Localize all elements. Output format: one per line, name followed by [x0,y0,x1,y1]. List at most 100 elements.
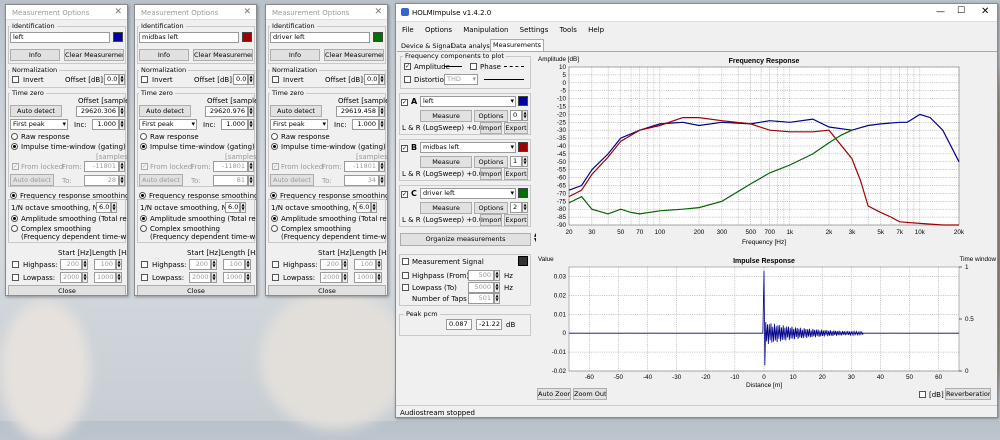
octave-spinner[interactable]: ▲ ▼ [371,202,377,213]
slot-options-button[interactable]: Options [474,110,508,122]
from-spinner[interactable]: ▲ ▼ [379,161,385,172]
amplitude-checkbox[interactable]: ✓ [404,63,411,70]
close-button[interactable]: Close [268,285,386,295]
to-input[interactable]: 28 [84,175,119,186]
auto-zoom-button[interactable]: Auto Zoom [537,388,571,400]
taps-spinner[interactable]: ▲ ▼ [494,293,500,304]
highpass-length-input[interactable]: 100 [354,259,376,270]
smoothing-radio[interactable] [139,192,146,199]
lowpass-length-input[interactable]: 1000 [354,272,376,283]
close-icon[interactable]: ✕ [374,7,382,17]
slot-export-button[interactable]: Export [504,214,528,226]
close-icon[interactable]: ✕ [243,7,251,17]
invert-checkbox[interactable] [272,76,279,83]
lowpass-start-input[interactable]: 2000 [189,272,211,283]
slot-number[interactable]: 1 [510,156,522,167]
highpass-checkbox[interactable] [12,261,19,268]
slot-measure-button[interactable]: Measure [420,156,472,168]
slot-measurement-select[interactable]: left [420,96,516,107]
from-input[interactable]: -11801 [213,161,248,172]
lowpass-length-input[interactable]: 1000 [223,272,245,283]
auto-detect-button[interactable]: Auto detect [270,105,322,117]
distortion-select[interactable]: THD [444,74,478,85]
lowpass-start-spinner[interactable]: ▲ ▼ [82,272,88,283]
slot-options-button[interactable]: Options [474,202,508,214]
menu-help[interactable]: Help [588,26,604,34]
from-locked-checkbox[interactable]: ✓ [272,163,279,170]
from-spinner[interactable]: ▲ ▼ [119,161,125,172]
measurement-signal-checkbox[interactable] [402,258,409,265]
minimize-icon[interactable]: — [936,7,945,17]
measurement-color-swatch[interactable] [242,32,252,42]
auto-detect-window-button[interactable]: Auto detect [270,174,314,186]
highpass-length-spinner[interactable]: ▲ ▼ [245,259,251,270]
db-checkbox[interactable] [919,391,926,398]
measurement-name-input[interactable]: midbas left [139,32,239,43]
slot-export-button[interactable]: Export [504,122,528,134]
offset-db-input[interactable]: 0.0 [364,74,379,85]
highpass-from-input[interactable]: 500 [468,270,494,281]
frequency-response-chart[interactable]: 1050-5-10-15-20-25-30-35-40-45-50-55-60-… [536,54,998,250]
lowpass-checkbox[interactable] [272,274,279,281]
info-button[interactable]: Info [139,49,189,61]
taps-input[interactable]: 501 [468,293,494,304]
distortion-checkbox[interactable] [404,76,411,83]
offset-samples-spinner[interactable]: ▲ ▼ [379,106,385,117]
slot-enable-checkbox[interactable]: ✓ [401,145,408,152]
offset-samples-spinner[interactable]: ▲ ▼ [119,106,125,117]
measurement-color-swatch[interactable] [113,32,123,42]
highpass-length-input[interactable]: 100 [223,259,245,270]
peak-mode-select[interactable]: First peak [10,119,68,130]
highpass-start-input[interactable]: 200 [60,259,82,270]
to-input[interactable]: 81 [213,175,248,186]
offset-db-spinner[interactable]: ▲ ▼ [248,74,254,85]
inc-input[interactable]: 1.000 [92,119,119,130]
raw-response-radio[interactable] [140,133,147,140]
smoothing-radio[interactable] [10,192,17,199]
measurement-color-swatch[interactable] [373,32,383,42]
from-spinner[interactable]: ▲ ▼ [248,161,254,172]
clear-measurement-button[interactable]: Clear Measurement [193,49,253,61]
slot-measure-button[interactable]: Measure [420,202,472,214]
menu-settings[interactable]: Settings [520,26,549,34]
amplitude-smoothing-radio[interactable] [11,215,18,222]
offset-db-input[interactable]: 0.0 [104,74,119,85]
lowpass-length-spinner[interactable]: ▲ ▼ [116,272,122,283]
slot-import-button[interactable]: Import [480,214,502,226]
auto-detect-button[interactable]: Auto detect [139,105,191,117]
highpass-length-spinner[interactable]: ▲ ▼ [116,259,122,270]
inc-input[interactable]: 1.000 [221,119,248,130]
impulse-response-chart[interactable]: -60 -50 -40 -30 -20 -10 0 10 20 30 40 50 600.030.020… [536,253,998,389]
signal-color-swatch[interactable] [518,256,528,266]
gating-radio[interactable] [140,143,147,150]
octave-input[interactable]: 6.0 [96,202,111,213]
highpass-from-checkbox[interactable] [402,272,409,279]
close-button[interactable]: Close [8,285,126,295]
lowpass-to-input[interactable]: 5000 [468,282,494,293]
inc-input[interactable]: 1.000 [352,119,379,130]
peak-mode-select[interactable]: First peak [270,119,328,130]
octave-spinner[interactable]: ▲ ▼ [240,202,246,213]
highpass-length-input[interactable]: 100 [94,259,116,270]
lowpass-start-input[interactable]: 2000 [60,272,82,283]
highpass-start-input[interactable]: 200 [320,259,342,270]
offset-samples-input[interactable]: 29620.306 [76,106,119,117]
slot-number-spinner[interactable]: ▲ ▼ [522,110,528,121]
from-locked-checkbox[interactable]: ✓ [12,163,19,170]
amplitude-smoothing-radio[interactable] [140,215,147,222]
complex-smoothing-radio[interactable] [271,225,278,232]
slot-enable-checkbox[interactable]: ✓ [401,191,408,198]
from-input[interactable]: -11801 [84,161,119,172]
menu-tools[interactable]: Tools [560,26,577,34]
raw-response-radio[interactable] [271,133,278,140]
auto-detect-window-button[interactable]: Auto detect [139,174,183,186]
lowpass-start-input[interactable]: 2000 [320,272,342,283]
measurement-name-input[interactable]: driver left [270,32,370,43]
lowpass-checkbox[interactable] [141,274,148,281]
highpass-start-spinner[interactable]: ▲ ▼ [82,259,88,270]
slot-number-spinner[interactable]: ▲ ▼ [522,156,528,167]
raw-response-radio[interactable] [11,133,18,140]
offset-db-spinner[interactable]: ▲ ▼ [379,74,385,85]
slot-color-swatch[interactable] [518,142,528,152]
slot-number[interactable]: 2 [510,202,522,213]
